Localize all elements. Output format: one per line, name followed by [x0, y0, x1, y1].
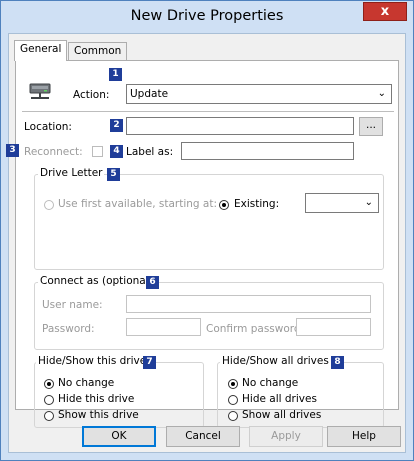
- drive-letter-group: [34, 174, 384, 270]
- reconnect-label: Reconnect:: [24, 146, 83, 158]
- reconnect-checkbox[interactable]: [92, 146, 103, 157]
- confirm-password-input[interactable]: [296, 318, 371, 336]
- existing-label: Existing:: [234, 198, 280, 210]
- cancel-button[interactable]: Cancel: [166, 426, 240, 447]
- drive-no-change-label: No change: [58, 377, 115, 389]
- password-label: Password:: [42, 323, 95, 335]
- badge-6: 6: [146, 276, 159, 289]
- dialog-client: General Common 1 Action: Update ⌄ 2 Loca…: [6, 33, 406, 453]
- show-this-drive-radio[interactable]: [44, 411, 54, 421]
- chevron-down-icon: ⌄: [377, 88, 386, 99]
- first-available-label: Use first available, starting at:: [58, 198, 217, 210]
- password-input[interactable]: [126, 318, 201, 336]
- connect-as-group: [34, 282, 384, 350]
- separator: [22, 111, 394, 112]
- radio-selected-dot: [222, 203, 226, 207]
- browse-button[interactable]: ...: [359, 117, 383, 136]
- tab-general[interactable]: General: [14, 40, 68, 61]
- network-drive-icon: [29, 83, 51, 99]
- action-label: Action:: [73, 89, 110, 101]
- action-select[interactable]: Update ⌄: [126, 84, 392, 104]
- help-button[interactable]: Help: [327, 426, 401, 447]
- show-this-drive-label: Show this drive: [58, 409, 139, 421]
- hide-all-drives-radio[interactable]: [228, 395, 238, 405]
- close-button[interactable]: x: [363, 2, 407, 21]
- badge-8: 8: [331, 356, 344, 369]
- dialog-window: New Drive Properties x General Common 1 …: [0, 0, 414, 461]
- label-as-label: Label as:: [126, 146, 174, 158]
- all-no-change-radio[interactable]: [228, 379, 238, 389]
- all-no-change-label: No change: [242, 377, 299, 389]
- drive-no-change-radio[interactable]: [44, 379, 54, 389]
- badge-7: 7: [143, 356, 156, 369]
- confirm-password-label: Confirm password:: [206, 323, 305, 335]
- drive-letter-legend: Drive Letter: [38, 167, 105, 179]
- radio-selected-dot: [231, 382, 235, 386]
- label-as-input[interactable]: [181, 142, 354, 160]
- badge-2: 2: [110, 119, 123, 132]
- connect-as-legend: Connect as (optional): [38, 275, 155, 287]
- location-label: Location:: [24, 121, 72, 133]
- existing-radio[interactable]: [219, 200, 229, 210]
- hide-this-drive-label: Hide this drive: [58, 393, 135, 405]
- user-name-label: User name:: [42, 299, 103, 311]
- window-title: New Drive Properties: [130, 8, 284, 24]
- chevron-down-icon: ⌄: [364, 197, 373, 208]
- user-name-input[interactable]: [126, 295, 371, 313]
- first-available-radio[interactable]: [44, 200, 54, 210]
- radio-selected-dot: [47, 382, 51, 386]
- location-input[interactable]: [126, 117, 354, 135]
- badge-1: 1: [109, 68, 122, 81]
- hide-all-drives-label: Hide all drives: [242, 393, 317, 405]
- badge-3: 3: [6, 144, 19, 157]
- title-bar[interactable]: New Drive Properties x: [1, 1, 413, 33]
- action-select-value: Update: [130, 88, 169, 100]
- ok-button[interactable]: OK: [82, 426, 156, 447]
- hide-show-drive-legend: Hide/Show this drive: [36, 355, 149, 367]
- apply-button[interactable]: Apply: [249, 426, 323, 447]
- general-tab-panel: 1 Action: Update ⌄ 2 Location: ... 3 Rec…: [6, 60, 399, 428]
- badge-4: 4: [110, 145, 123, 158]
- tab-common[interactable]: Common: [68, 42, 128, 60]
- hide-this-drive-radio[interactable]: [44, 395, 54, 405]
- show-all-drives-radio[interactable]: [228, 411, 238, 421]
- existing-drive-select[interactable]: ⌄: [305, 193, 379, 213]
- hide-show-all-legend: Hide/Show all drives: [220, 355, 331, 367]
- show-all-drives-label: Show all drives: [242, 409, 322, 421]
- badge-5: 5: [107, 168, 120, 181]
